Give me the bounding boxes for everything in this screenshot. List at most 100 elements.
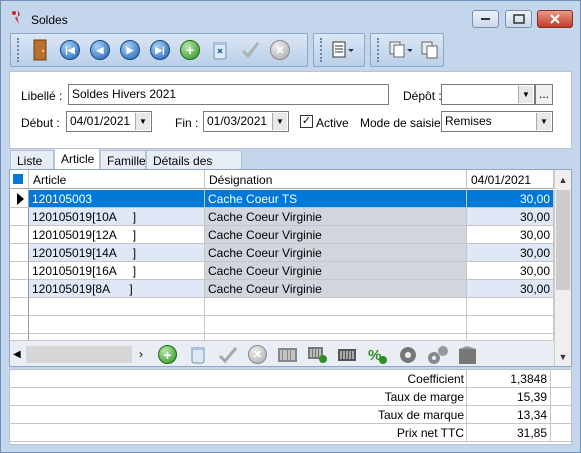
minimize-button[interactable] [472,10,499,28]
column-header-date[interactable]: 04/01/2021 [467,170,554,189]
first-record-icon[interactable]: |◀ [58,38,82,62]
cell-value[interactable]: 30,00 [467,226,554,244]
record-toolbar: |◀ ◀ ▶ ▶| + ✕ [10,33,308,67]
chevron-right-icon[interactable]: › [139,347,143,361]
table-row[interactable]: 120105019[10A ] Cache Coeur Virginie 30,00 [10,208,554,226]
barcode-icon[interactable] [337,344,358,365]
grid-delete-trash-icon[interactable] [187,344,208,365]
row-indicator[interactable] [10,262,29,280]
mode-select[interactable]: Remises ▼ [441,111,553,132]
gear-icon[interactable] [397,344,418,365]
cell-designation[interactable]: Cache Coeur Virginie [205,226,467,244]
cell-value[interactable]: 30,00 [467,190,554,208]
chevron-down-icon[interactable]: ▼ [272,113,287,130]
scroll-thumb[interactable] [556,190,570,290]
warehouse-icon[interactable] [457,344,478,365]
gears-icon[interactable] [427,344,448,365]
cell-article[interactable]: 120105019[12A ] [29,226,205,244]
delete-trash-icon[interactable] [208,38,232,62]
toolbar-grip [377,38,380,62]
row-indicator[interactable] [10,190,29,208]
duplicate-icon[interactable] [418,38,442,62]
grid-add-icon[interactable]: + [157,344,178,365]
next-record-icon[interactable]: ▶ [118,38,142,62]
exit-door-icon[interactable] [28,38,52,62]
table-row[interactable]: 120105019[12A ] Cache Coeur Virginie 30,00 [10,226,554,244]
print-toolbar [313,33,365,67]
cell-designation[interactable]: Cache Coeur Virginie [205,244,467,262]
row-indicator[interactable] [10,208,29,226]
scroll-left-icon[interactable]: ◀ [13,349,21,360]
cell-value[interactable]: 30,00 [467,262,554,280]
add-record-icon[interactable]: + [178,38,202,62]
empty-cell [205,298,467,316]
maximize-icon [512,14,525,24]
column-header-designation[interactable]: Désignation [205,170,467,189]
chevron-down-icon[interactable]: ▼ [536,113,551,130]
stat-value-taux-marque: 13,34 [466,406,551,424]
validate-check-icon[interactable] [238,38,262,62]
chevron-down-icon[interactable]: ▼ [135,113,150,130]
stat-value-coefficient: 1,3848 [466,370,551,388]
debut-date-field[interactable]: 04/01/2021 ▼ [66,111,152,132]
square-icon [13,174,23,184]
active-checkbox[interactable]: ✓ [300,115,313,128]
mode-value: Remises [445,114,492,128]
grid-validate-check-icon[interactable] [217,344,238,365]
active-label: Active [316,116,349,130]
tab-familles[interactable]: Familles [100,150,152,170]
column-header-article[interactable]: Article [29,170,205,189]
horizontal-scrollbar[interactable] [26,346,132,363]
maximize-button[interactable] [505,10,532,28]
last-record-icon[interactable]: ▶| [148,38,172,62]
empty-cell [467,298,554,316]
cell-designation[interactable]: Cache Coeur Virginie [205,280,467,298]
libelle-field[interactable]: Soldes Hivers 2021 [68,84,389,105]
report-dropdown-icon[interactable] [331,38,355,62]
cell-value[interactable]: 30,00 [467,208,554,226]
cell-designation[interactable]: Cache Coeur Virginie [205,208,467,226]
cell-article[interactable]: 120105019[8A ] [29,280,205,298]
depot-browse-button[interactable]: ... [535,84,553,105]
previous-record-icon[interactable]: ◀ [88,38,112,62]
close-button[interactable] [537,10,573,28]
table-row[interactable]: 120105019[16A ] Cache Coeur Virginie 30,00 [10,262,554,280]
barcode-add-icon[interactable] [307,344,328,365]
table-row[interactable]: 120105019[8A ] Cache Coeur Virginie 30,00 [10,280,554,298]
depot-select[interactable]: ▼ [441,84,535,105]
cell-article[interactable]: 120105019[16A ] [29,262,205,280]
copy-dropdown-icon[interactable] [388,38,412,62]
scroll-up-icon[interactable]: ▲ [555,171,571,188]
tab-liste[interactable]: Liste [10,150,54,170]
fin-date-field[interactable]: 01/03/2021 ▼ [203,111,289,132]
table-row[interactable]: 120105003 Cache Coeur TS 30,00 [10,190,554,208]
cell-article[interactable]: 120105003 [29,190,205,208]
chevron-down-icon[interactable]: ▼ [518,86,533,103]
empty-row [10,316,554,334]
tab-details-ventes[interactable]: Détails des ventes [146,150,242,182]
cell-designation[interactable]: Cache Coeur Virginie [205,262,467,280]
debut-date-value: 04/01/2021 [70,114,131,128]
row-indicator [10,298,29,316]
tab-article[interactable]: Article [54,148,100,170]
row-indicator[interactable] [10,226,29,244]
cell-article[interactable]: 120105019[14A ] [29,244,205,262]
minimize-icon [480,18,490,20]
barcode-list-icon[interactable] [277,344,298,365]
table-row[interactable]: 120105019[14A ] Cache Coeur Virginie 30,00 [10,244,554,262]
row-indicator[interactable] [10,280,29,298]
vertical-scrollbar[interactable]: ▲ ▼ [554,170,571,366]
cell-article[interactable]: 120105019[10A ] [29,208,205,226]
cancel-icon[interactable]: ✕ [268,38,292,62]
grid-action-bar: ◀ › + ✕ % [10,340,554,366]
cell-designation[interactable]: Cache Coeur TS [205,190,467,208]
scroll-down-icon[interactable]: ▼ [555,348,571,365]
select-all-marker[interactable] [10,170,29,189]
grid-cancel-icon[interactable]: ✕ [247,344,268,365]
row-indicator[interactable] [10,244,29,262]
cell-value[interactable]: 30,00 [467,280,554,298]
cell-value[interactable]: 30,00 [467,244,554,262]
article-grid: Article Désignation 04/01/2021 120105003… [9,169,572,367]
percent-add-icon[interactable]: % [367,344,388,365]
fin-label: Fin : [175,116,199,130]
